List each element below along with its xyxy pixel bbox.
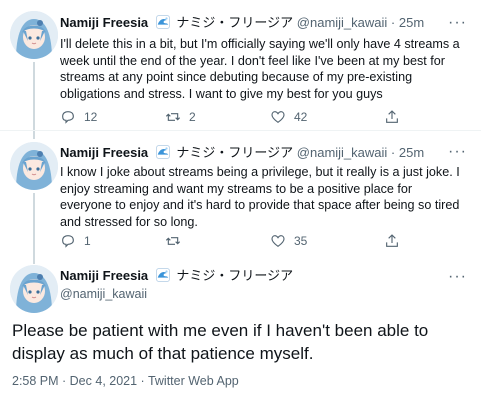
thread-line — [33, 62, 35, 130]
handle[interactable]: @namiji_kawaii — [297, 15, 388, 30]
tweet-1[interactable]: Namiji Freesia ナミジ・フリージア @namiji_kawaii … — [0, 0, 481, 130]
avatar[interactable] — [10, 265, 58, 313]
reply-count: 1 — [84, 234, 91, 248]
more-options-button[interactable]: ··· — [448, 144, 467, 160]
reply-button[interactable]: 1 — [60, 231, 91, 251]
more-options-button[interactable]: ··· — [448, 269, 467, 285]
heart-icon — [271, 235, 285, 248]
tweet-text: I know I joke about streams being a priv… — [60, 165, 460, 229]
wave-emoji-icon — [156, 145, 170, 159]
tweet-2[interactable]: Namiji Freesia ナミジ・フリージア @namiji_kawaii … — [0, 131, 481, 256]
timestamp[interactable]: 25m — [399, 15, 424, 30]
japanese-name: ナミジ・フリージア — [176, 268, 294, 283]
tweet-actions: 12 2 42 — [60, 107, 440, 127]
thread-line — [33, 256, 35, 264]
thread-line — [33, 193, 35, 256]
avatar[interactable] — [10, 142, 58, 190]
like-button[interactable]: 35 — [270, 231, 307, 251]
share-button[interactable] — [384, 231, 400, 251]
like-count: 35 — [294, 234, 308, 248]
main-tweet-name: Namiji Freesia ナミジ・フリージア — [60, 267, 293, 285]
like-count: 42 — [294, 110, 308, 124]
retweet-count: 2 — [189, 110, 196, 124]
retweet-icon — [165, 237, 181, 245]
tweet-actions: 1 35 — [60, 231, 440, 251]
display-name[interactable]: Namiji Freesia — [60, 145, 148, 160]
wave-emoji-icon — [156, 15, 170, 29]
tweet-text: I'll delete this in a bit, but I'm offic… — [60, 37, 460, 101]
wave-emoji-icon — [156, 268, 170, 282]
separator-dot: · — [390, 145, 396, 160]
avatar-image — [10, 265, 58, 313]
tweet-header: Namiji Freesia ナミジ・フリージア @namiji_kawaii … — [60, 143, 424, 163]
retweet-icon — [165, 113, 181, 121]
reply-icon — [62, 111, 74, 124]
handle[interactable]: @namiji_kawaii — [297, 145, 388, 160]
avatar[interactable] — [10, 11, 58, 59]
main-tweet-text: Please be patient with me even if I have… — [12, 321, 429, 363]
retweet-button[interactable] — [165, 231, 189, 251]
more-options-button[interactable]: ··· — [448, 15, 467, 31]
share-icon — [386, 110, 398, 123]
reply-count: 12 — [84, 110, 98, 124]
avatar-image — [10, 11, 58, 59]
tweet-header: Namiji Freesia ナミジ・フリージア @namiji_kawaii … — [60, 13, 424, 33]
tweet-metadata[interactable]: 2:58 PM · Dec 4, 2021 · Twitter Web App — [12, 374, 239, 388]
handle[interactable]: @namiji_kawaii — [60, 285, 147, 303]
like-button[interactable]: 42 — [270, 107, 307, 127]
retweet-button[interactable]: 2 — [165, 107, 196, 127]
separator-dot: · — [390, 15, 396, 30]
thread-line — [33, 131, 35, 139]
reply-button[interactable]: 12 — [60, 107, 97, 127]
display-name[interactable]: Namiji Freesia — [60, 268, 148, 283]
avatar-image — [10, 142, 58, 190]
display-name[interactable]: Namiji Freesia — [60, 15, 148, 30]
timestamp[interactable]: 25m — [399, 145, 424, 160]
heart-icon — [271, 111, 285, 124]
share-button[interactable] — [384, 107, 400, 127]
share-icon — [386, 234, 398, 247]
japanese-name: ナミジ・フリージア — [176, 15, 294, 30]
japanese-name: ナミジ・フリージア — [176, 145, 294, 160]
reply-icon — [62, 235, 74, 248]
